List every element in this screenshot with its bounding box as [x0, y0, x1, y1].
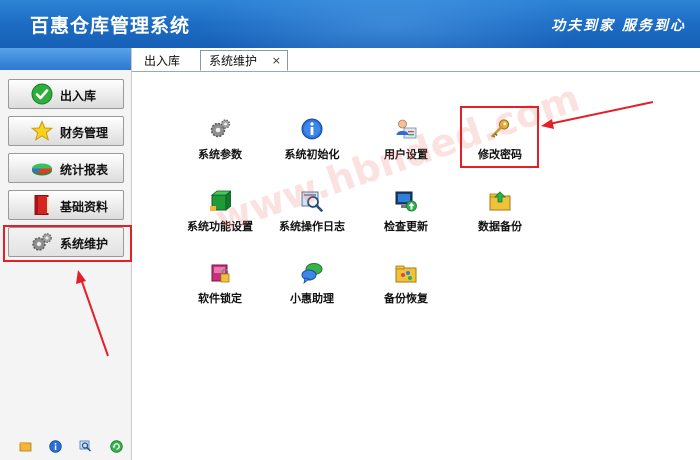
- folder-icon[interactable]: [19, 440, 32, 453]
- tile-operation-log[interactable]: 系统操作日志: [267, 190, 357, 244]
- pie-chart-icon: [31, 163, 53, 176]
- tile-label: 系统参数: [198, 148, 242, 161]
- sidebar-toolbar: [0, 434, 131, 460]
- tile-assistant[interactable]: 小惠助理: [267, 262, 357, 316]
- sidebar-item-label: 基础资料: [60, 200, 109, 214]
- tile-label: 系统功能设置: [187, 220, 253, 233]
- function-panel: 系统参数 系统初始化 用户设置 修改密码 系统功能设置 系统操作日志 检查更新 …: [132, 72, 700, 460]
- magnifier-log-icon: [301, 191, 323, 212]
- tile-change-password[interactable]: 修改密码: [455, 118, 545, 172]
- app-slogan: 功夫到家 服务到心: [551, 18, 686, 34]
- sidebar: 出入库 财务管理 统计报表 基础资料 系统维护: [0, 48, 132, 460]
- tile-label: 用户设置: [384, 148, 428, 161]
- tile-label: 备份恢复: [384, 292, 428, 305]
- red-book-icon: [34, 195, 49, 215]
- tile-software-lock[interactable]: 软件锁定: [175, 262, 265, 316]
- header-glow: [180, 0, 600, 48]
- gears-icon: [210, 119, 231, 138]
- tile-label: 数据备份: [478, 220, 522, 233]
- search-icon[interactable]: [79, 440, 92, 453]
- tile-system-params[interactable]: 系统参数: [175, 118, 265, 172]
- tile-data-backup[interactable]: 数据备份: [455, 190, 545, 244]
- sidebar-item-base-data[interactable]: 基础资料: [8, 190, 124, 220]
- green-check-icon: [31, 83, 53, 105]
- tile-label: 系统初始化: [284, 148, 340, 161]
- tile-backup-restore[interactable]: 备份恢复: [361, 262, 451, 316]
- tab-label: 系统维护: [209, 54, 258, 68]
- user-settings-icon: [396, 119, 417, 139]
- sidebar-header-bar: [0, 48, 131, 70]
- sidebar-item-system-maintenance[interactable]: 系统维护: [8, 227, 124, 257]
- info-icon[interactable]: [49, 440, 62, 453]
- tile-check-update[interactable]: 检查更新: [361, 190, 451, 244]
- sidebar-item-finance[interactable]: 财务管理: [8, 116, 124, 146]
- sidebar-item-label: 统计报表: [60, 163, 109, 177]
- tile-label: 修改密码: [478, 148, 522, 161]
- folder-save-icon: [489, 191, 511, 211]
- tab-close-icon[interactable]: ×: [272, 51, 281, 71]
- tile-system-init[interactable]: 系统初始化: [267, 118, 357, 172]
- tab-stock-in-out[interactable]: 出入库: [144, 51, 180, 71]
- tile-label: 软件锁定: [198, 292, 242, 305]
- key-icon: [491, 119, 510, 138]
- sidebar-item-stock-in-out[interactable]: 出入库: [8, 79, 124, 109]
- star-icon: [31, 120, 53, 141]
- sidebar-item-label: 出入库: [60, 89, 97, 103]
- sidebar-item-label: 系统维护: [60, 237, 109, 251]
- green-box-icon: [210, 190, 231, 211]
- sidebar-item-reports[interactable]: 统计报表: [8, 153, 124, 183]
- tile-user-settings[interactable]: 用户设置: [361, 118, 451, 172]
- tile-function-settings[interactable]: 系统功能设置: [175, 190, 265, 244]
- app-header: 百惠仓库管理系统 功夫到家 服务到心: [0, 0, 700, 48]
- info-icon: [301, 118, 323, 140]
- tile-label: 小惠助理: [290, 292, 334, 305]
- tile-label: 系统操作日志: [279, 220, 345, 233]
- monitor-update-icon: [395, 191, 417, 212]
- refresh-icon[interactable]: [110, 440, 123, 453]
- lock-box-icon: [211, 264, 230, 283]
- app-title: 百惠仓库管理系统: [30, 15, 191, 37]
- tab-system-maintenance[interactable]: 系统维护 ×: [200, 50, 288, 71]
- tab-bar: 出入库 系统维护 ×: [132, 48, 700, 72]
- folder-restore-icon: [395, 265, 417, 283]
- sidebar-item-label: 财务管理: [60, 126, 109, 140]
- chat-icon: [301, 263, 323, 284]
- gears-icon: [32, 233, 52, 251]
- tile-label: 检查更新: [384, 220, 428, 233]
